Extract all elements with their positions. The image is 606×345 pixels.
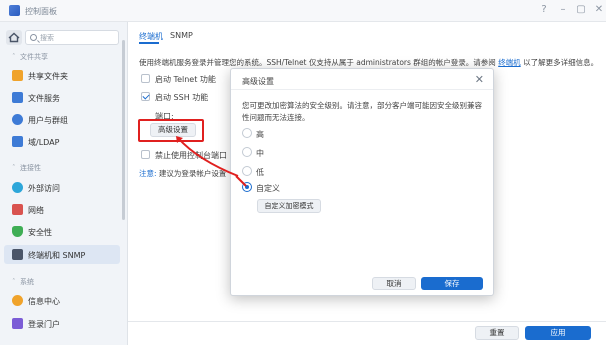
sidebar-item-security[interactable]: 安全性: [4, 222, 120, 241]
minimize-icon[interactable]: –: [557, 4, 569, 16]
tab-terminal[interactable]: 终端机: [139, 31, 163, 42]
telnet-checkbox[interactable]: [141, 74, 150, 83]
maximize-icon[interactable]: ▢: [575, 4, 587, 16]
active-tab-indicator: [139, 42, 159, 44]
tab-snmp[interactable]: SNMP: [170, 31, 193, 40]
radio-custom[interactable]: [242, 182, 252, 192]
chevron-up-icon: ˆ: [12, 53, 16, 61]
users-icon: [12, 114, 23, 125]
advanced-settings-dialog: 高级设置 ✕ 您可更改加密算法的安全级别。请注意，部分客户端可能因安全级别兼容性…: [230, 68, 494, 296]
dialog-divider: [231, 89, 493, 90]
title-bar: 控制面板 ? – ▢ ✕: [0, 0, 606, 22]
sidebar: ˆ文件共享 共享文件夹 文件服务 用户与群组 域/LDAP ˆ连接性 外部访问 …: [0, 22, 128, 345]
radio-high[interactable]: [242, 128, 252, 138]
search-field[interactable]: [25, 30, 119, 45]
window-title: 控制面板: [25, 7, 57, 16]
search-input[interactable]: [40, 32, 116, 43]
ssh-checkbox[interactable]: [141, 92, 150, 101]
section-header-connectivity[interactable]: ˆ 连接性: [12, 163, 41, 173]
close-window-icon[interactable]: ✕: [593, 4, 605, 16]
section-header-system[interactable]: ˆ 系统: [12, 277, 34, 287]
close-icon[interactable]: ✕: [475, 73, 484, 86]
security-note: 注意: 建议为登录帐户设置: [139, 169, 227, 178]
sidebar-item-network[interactable]: 网络: [4, 200, 120, 219]
terminal-help-link[interactable]: 终端机: [498, 58, 521, 67]
terminal-description: 使用终端机服务登录并管理您的系统。SSH/Telnet 仅支持从属于 admin…: [139, 58, 599, 67]
search-icon: [30, 34, 37, 41]
custom-encryption-button[interactable]: 自定义加密模式: [257, 199, 321, 213]
radio-low[interactable]: [242, 166, 252, 176]
domain-icon: [12, 136, 23, 147]
home-button[interactable]: [6, 30, 22, 45]
sidebar-item-login-portal[interactable]: 登录门户: [4, 314, 120, 333]
sidebar-item-domain-ldap[interactable]: 域/LDAP: [4, 132, 120, 151]
sidebar-item-users-groups[interactable]: 用户与群组: [4, 110, 120, 129]
dialog-cancel-button[interactable]: 取消: [372, 277, 416, 290]
control-panel-icon: [9, 5, 20, 16]
shield-icon: [12, 226, 23, 237]
chevron-up-icon: ˆ: [12, 164, 16, 172]
file-service-icon: [12, 92, 23, 103]
sidebar-item-external-access[interactable]: 外部访问: [4, 178, 120, 197]
sidebar-item-shared-folder[interactable]: 共享文件夹: [4, 66, 120, 85]
network-icon: [12, 204, 23, 215]
radio-medium[interactable]: [242, 147, 252, 157]
globe-icon: [12, 182, 23, 193]
terminal-icon: [12, 249, 23, 260]
info-icon: [12, 295, 23, 306]
dialog-title: 高级设置: [242, 77, 274, 86]
dialog-description: 您可更改加密算法的安全级别。请注意，部分客户端可能因安全级别兼容性问题而无法连接…: [242, 101, 482, 122]
home-icon: [8, 32, 20, 43]
chevron-up-icon: ˆ: [12, 278, 16, 286]
sidebar-item-terminal-snmp[interactable]: 终端机和 SNMP: [4, 245, 120, 264]
sidebar-scrollbar[interactable]: [122, 40, 125, 220]
sidebar-item-file-services[interactable]: 文件服务: [4, 88, 120, 107]
apply-button[interactable]: 应用: [525, 326, 591, 340]
advanced-settings-button[interactable]: 高级设置: [150, 123, 196, 137]
login-portal-icon: [12, 318, 23, 329]
dialog-save-button[interactable]: 保存: [421, 277, 483, 290]
help-icon[interactable]: ?: [538, 4, 550, 16]
reset-button[interactable]: 重置: [475, 326, 519, 340]
folder-share-icon: [12, 70, 23, 81]
console-port-checkbox[interactable]: [141, 150, 150, 159]
sidebar-item-info-center[interactable]: 信息中心: [4, 291, 120, 310]
section-header-file-sharing[interactable]: ˆ 文件共享: [12, 52, 48, 62]
